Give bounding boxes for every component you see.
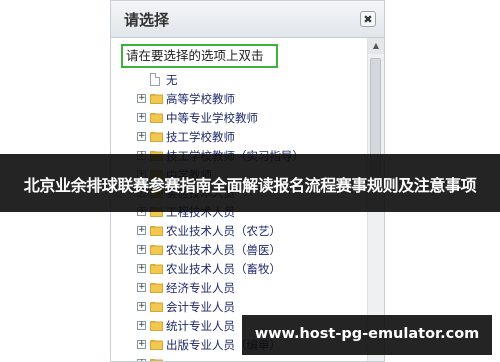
expand-toggle-icon[interactable]: + bbox=[137, 93, 146, 103]
folder-icon bbox=[150, 245, 163, 255]
tree-item-label: 会计专业人员 bbox=[166, 299, 235, 314]
tree-item-label: 高等学校教师 bbox=[166, 91, 235, 106]
tree-item-label: 技工学校教师 bbox=[166, 129, 235, 144]
expand-toggle-icon[interactable]: + bbox=[137, 112, 146, 122]
tree-item-label: 统计专业人员 bbox=[166, 318, 235, 333]
tree-item-label: 中等专业学校教师 bbox=[166, 110, 258, 125]
folder-icon bbox=[150, 93, 163, 104]
expand-toggle-icon[interactable]: + bbox=[137, 301, 146, 311]
folder-icon bbox=[150, 282, 163, 293]
expand-toggle-icon[interactable]: + bbox=[137, 226, 146, 236]
expand-toggle-icon[interactable]: + bbox=[137, 264, 146, 273]
folder-icon bbox=[150, 131, 163, 142]
scroll-up-arrow-icon[interactable]: ▲ bbox=[368, 38, 384, 54]
expand-toggle-icon[interactable]: + bbox=[137, 245, 146, 255]
dialog-title: 请选择 bbox=[124, 11, 170, 29]
tree-item-label: 农业技术人员（畜牧） bbox=[166, 262, 281, 276]
tree-item-label: 农业技术人员（农艺） bbox=[166, 224, 281, 239]
instruction-hint: 请在要选择的选项上双击 bbox=[121, 44, 278, 68]
tree-item-label: 无 bbox=[166, 73, 178, 87]
folder-icon bbox=[150, 112, 163, 123]
expand-toggle-icon[interactable]: + bbox=[137, 339, 146, 349]
dialog-header: 请选择 ✖ bbox=[111, 1, 384, 38]
tree-item-label: 农业技术人员（兽医） bbox=[166, 243, 281, 258]
headline-text: 北京业余排球联赛参赛指南全面解读报名流程赛事规则及注意事项 bbox=[23, 176, 477, 195]
tree-item-label: 经济专业人员 bbox=[166, 280, 235, 295]
close-button[interactable]: ✖ bbox=[360, 11, 376, 27]
folder-icon bbox=[150, 358, 163, 361]
expand-toggle-icon[interactable]: + bbox=[137, 282, 146, 292]
folder-icon bbox=[150, 320, 163, 331]
expand-toggle-icon[interactable]: + bbox=[137, 358, 146, 361]
url-text: www.host-pg-emulator.com bbox=[254, 326, 480, 342]
document-icon bbox=[150, 73, 160, 86]
url-watermark: www.host-pg-emulator.com bbox=[242, 315, 492, 355]
expand-toggle-icon[interactable]: + bbox=[137, 320, 146, 330]
folder-icon bbox=[150, 301, 163, 312]
folder-icon bbox=[150, 264, 163, 274]
expand-toggle-icon[interactable]: + bbox=[137, 131, 146, 141]
folder-icon bbox=[150, 226, 163, 237]
folder-icon bbox=[150, 339, 163, 350]
